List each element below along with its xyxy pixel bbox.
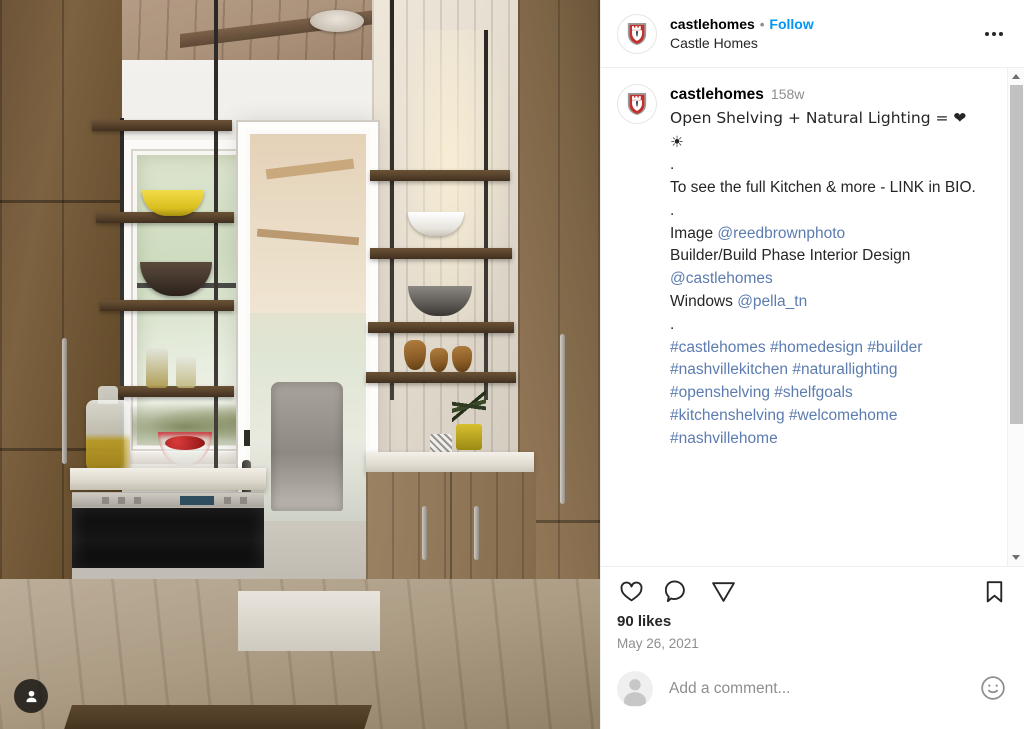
hashtags-line-2[interactable]: #nashvillekitchen #naturallighting <box>670 361 897 378</box>
glass-jar <box>86 400 130 474</box>
microwave-button-1 <box>102 497 109 504</box>
shelf-right-4 <box>366 372 516 383</box>
comment-input[interactable] <box>669 680 964 698</box>
scroll-down-triangle <box>1012 555 1020 560</box>
shelf-rod-3 <box>390 0 394 400</box>
post-photo[interactable] <box>0 0 600 729</box>
follow-button[interactable]: Follow <box>769 16 813 34</box>
door-threshold <box>238 591 380 651</box>
kitchen-photo <box>0 0 600 729</box>
shelf-rod-1 <box>214 0 218 470</box>
scroll-down-arrow-icon[interactable] <box>1008 549 1024 566</box>
glass-canister-2 <box>176 356 196 388</box>
caption-line-4: To see the full Kitchen & more - LINK in… <box>670 179 976 197</box>
scrollbar-track[interactable] <box>1008 85 1024 549</box>
image-label: Image <box>670 224 718 242</box>
caption-container: castlehomes 158w Open Shelving + Natural … <box>601 68 1007 566</box>
potted-plant-leaves <box>452 384 486 428</box>
caption-line-5: . <box>670 201 675 219</box>
scroll-up-triangle <box>1012 74 1020 79</box>
shelf-right-1 <box>370 170 510 181</box>
caption-username[interactable]: castlehomes <box>670 86 764 103</box>
header-subtitle: Castle Homes <box>670 34 758 51</box>
porch-chair <box>270 382 343 511</box>
likes-count[interactable]: 90 likes <box>601 605 1024 630</box>
post-date: May 26, 2021 <box>617 636 699 651</box>
cabinet-handle-right <box>560 334 565 504</box>
action-bar <box>601 567 1024 605</box>
microwave-control-panel <box>72 493 264 507</box>
base-handle-2 <box>474 506 479 560</box>
default-user-avatar <box>617 671 653 707</box>
microwave-display <box>180 496 214 505</box>
comment-bar <box>601 651 1024 729</box>
shelf-left-3 <box>100 300 234 311</box>
builder-label: Builder/Build Phase Interior Design <box>670 247 911 265</box>
shelf-right-2 <box>370 248 512 259</box>
cabinet-handle-left-upper <box>62 338 67 464</box>
caption-line-2: ☀ <box>670 132 684 151</box>
instagram-post: castlehomes • Follow Castle Homes castle… <box>0 0 1024 729</box>
ceiling-vent <box>310 10 364 32</box>
smiley-face-icon[interactable] <box>980 675 1008 703</box>
caption-header: castlehomes 158w <box>670 84 993 107</box>
yellow-planter <box>456 424 482 450</box>
microwave-button-3 <box>134 497 141 504</box>
shelf-left-4 <box>104 386 234 397</box>
shelf-right-3 <box>368 322 514 333</box>
windows-label: Windows <box>670 293 738 311</box>
hashtags-line-4[interactable]: #kitchenshelving #welcomehome <box>670 407 897 424</box>
hashtags-line-3[interactable]: #openshelving #shelfgoals <box>670 384 853 401</box>
caption-body: castlehomes 158w Open Shelving + Natural … <box>670 84 993 451</box>
heart-icon[interactable] <box>617 577 645 605</box>
mention-reedbrownphoto[interactable]: @reedbrownphoto <box>717 225 845 242</box>
hashtags-line-1[interactable]: #castlehomes #homedesign #builder <box>670 339 922 356</box>
ellipsis-icon[interactable] <box>980 20 1008 48</box>
header-separator: • <box>759 17 765 32</box>
shelf-left-1 <box>92 120 232 131</box>
mention-castlehomes[interactable]: @castlehomes <box>670 270 773 287</box>
person-tag-icon[interactable] <box>14 679 48 713</box>
bookmark-icon[interactable] <box>980 577 1008 605</box>
speech-bubble-icon[interactable] <box>663 577 691 605</box>
microwave-button-4 <box>224 497 231 504</box>
caption-timestamp: 158w <box>770 86 805 102</box>
post-header: castlehomes • Follow Castle Homes <box>601 0 1024 68</box>
caption-line-3: . <box>670 156 675 174</box>
caption-text: Open Shelving + Natural Lighting = ❤ ☀. To… <box>670 107 993 451</box>
header-username[interactable]: castlehomes <box>670 16 755 34</box>
castle-shield-avatar[interactable] <box>617 14 657 54</box>
paper-plane-icon[interactable] <box>709 577 737 605</box>
header-username-row: castlehomes • Follow <box>670 16 967 34</box>
scroll-up-arrow-icon[interactable] <box>1008 68 1024 85</box>
ellipsis-dot-1 <box>985 32 989 36</box>
header-text: castlehomes • Follow Castle Homes <box>670 16 967 52</box>
left-countertop <box>70 468 266 490</box>
microwave-drawer <box>72 492 264 582</box>
ellipsis-dot-2 <box>992 32 996 36</box>
base-handle-1 <box>422 506 427 560</box>
door-glass <box>250 134 366 630</box>
mention-pella-tn[interactable]: @pella_tn <box>737 293 807 310</box>
caption-line-6: . <box>670 315 675 333</box>
door-lock <box>244 430 250 446</box>
caption-line-1: Open Shelving + Natural Lighting = ❤ <box>670 108 967 127</box>
caption-scroll-region[interactable]: castlehomes 158w Open Shelving + Natural … <box>601 68 1024 567</box>
cabinet-toe-kick <box>64 705 372 729</box>
post-sidebar: castlehomes • Follow Castle Homes castle… <box>600 0 1024 729</box>
caption-row: castlehomes 158w Open Shelving + Natural … <box>617 84 993 451</box>
caption-scrollbar[interactable] <box>1007 68 1024 566</box>
glass-canister <box>146 348 168 388</box>
microwave-button-2 <box>118 497 125 504</box>
ellipsis-dot-3 <box>999 32 1003 36</box>
hashtags-line-5[interactable]: #nashvillehome <box>670 430 778 447</box>
right-countertop <box>366 452 534 474</box>
shelf-rod-4 <box>484 30 488 400</box>
microwave-button-5 <box>240 497 247 504</box>
caption-avatar[interactable] <box>617 84 657 124</box>
scrollbar-thumb[interactable] <box>1009 85 1023 424</box>
